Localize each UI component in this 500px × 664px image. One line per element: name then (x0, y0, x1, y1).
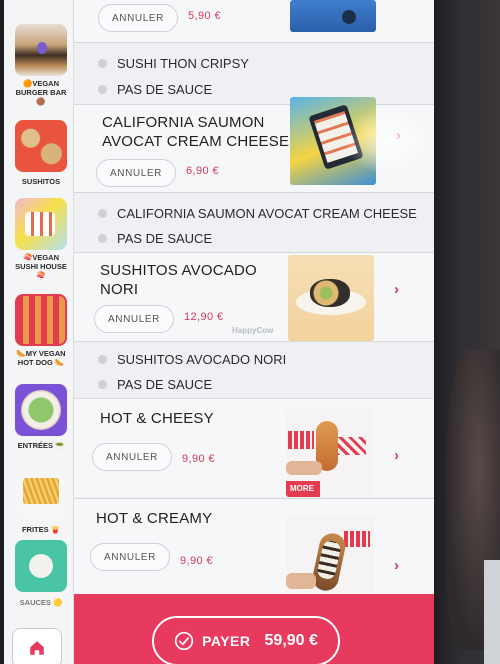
item-name: HOT & CHEESY (100, 410, 214, 427)
checkout-footer: PAYER 59,90 € (74, 594, 434, 664)
chevron-right-icon[interactable]: › (394, 557, 399, 574)
option-text: SUSHI THON CRIPSY (117, 56, 249, 71)
chevron-right-icon[interactable]: › (394, 281, 399, 298)
option-bullet (98, 355, 107, 364)
cart-item-hot-creamy: HOT & CREAMY ANNULER 9,90 € › (74, 499, 434, 607)
cart-list: ANNULER 5,90 € SUSHI THON CRIPSY PAS DE … (74, 0, 434, 664)
item-name-line: AVOCAT CREAM CHEESE (102, 133, 290, 150)
option-text: PAS DE SAUCE (117, 231, 213, 246)
category-vegan-burger-bar[interactable]: 🟠VEGAN BURGER BAR 🟤 (12, 24, 70, 106)
kiosk-screen: 🟠VEGAN BURGER BAR 🟤 SUSHITOS 🍣VEGAN SUSH… (4, 0, 434, 664)
option-line: SUSHI THON CRIPSY (98, 56, 249, 71)
category-sidebar: 🟠VEGAN BURGER BAR 🟤 SUSHITOS 🍣VEGAN SUSH… (4, 0, 74, 664)
item-photo (290, 97, 376, 185)
item-price: 9,90 € (182, 453, 215, 465)
option-bullet (98, 234, 107, 243)
check-circle-icon (174, 631, 194, 651)
sauces-thumbnail (15, 540, 67, 592)
item-price: 12,90 € (184, 311, 224, 323)
background-strip (484, 560, 500, 664)
category-sauces[interactable]: SAUCES 🟡 (12, 540, 70, 607)
option-text: PAS DE SAUCE (117, 82, 213, 97)
chevron-right-icon[interactable]: › (394, 447, 399, 464)
category-label: ENTRÉES 🥗 (17, 441, 65, 450)
sushitos-thumbnail (15, 120, 67, 172)
pay-button[interactable]: PAYER 59,90 € (152, 616, 340, 664)
item-name: CALIFORNIA SAUMON AVOCAT CREAM CHEESE (102, 113, 289, 151)
category-label: SUSHITOS (21, 177, 61, 186)
burger-thumbnail (15, 24, 67, 76)
cancel-button[interactable]: ANNULER (96, 159, 176, 187)
item-photo: MORE (286, 409, 372, 497)
category-entrees[interactable]: ENTRÉES 🥗 (12, 384, 70, 450)
option-text: SUSHITOS AVOCADO NORI (117, 352, 287, 367)
item-name: HOT & CREAMY (96, 510, 213, 527)
pay-label: PAYER (202, 633, 251, 649)
chevron-right-icon[interactable]: › (396, 127, 401, 144)
item-name-line: CALIFORNIA SAUMON (102, 114, 265, 131)
home-button[interactable] (12, 628, 62, 664)
option-line: PAS DE SAUCE (98, 231, 212, 246)
cancel-button[interactable]: ANNULER (98, 4, 178, 32)
cancel-button[interactable]: ANNULER (92, 443, 172, 471)
home-icon (30, 641, 44, 655)
option-bullet (98, 85, 107, 94)
option-bullet (98, 209, 107, 218)
hot-dog-thumbnail (15, 294, 67, 346)
category-label: SAUCES 🟡 (19, 598, 63, 607)
category-my-vegan-hot-dog[interactable]: 🌭MY VEGAN HOT DOG 🌭 (12, 294, 70, 367)
order-total: 59,90 € (264, 632, 318, 649)
cart-item-hot-cheesy: HOT & CHEESY ANNULER 9,90 € MORE › (74, 399, 434, 497)
item-name-line: SUSHITOS AVOCADO (100, 262, 257, 279)
watermark-text: HappyCow (232, 326, 274, 335)
cancel-button[interactable]: ANNULER (94, 305, 174, 333)
category-label: 🌭MY VEGAN HOT DOG 🌭 (16, 349, 66, 367)
divider (74, 42, 434, 43)
cart-item-california: CALIFORNIA SAUMON AVOCAT CREAM CHEESE AN… (74, 97, 434, 193)
category-label: FRITES 🍟 (21, 525, 61, 534)
option-text: CALIFORNIA SAUMON AVOCAT CREAM CHEESE (117, 206, 417, 221)
cancel-button[interactable]: ANNULER (90, 543, 170, 571)
item-price: 9,90 € (180, 555, 213, 567)
divider (74, 341, 434, 342)
category-label: 🟠VEGAN BURGER BAR 🟤 (15, 79, 67, 106)
option-bullet (98, 59, 107, 68)
category-label: 🍣VEGAN SUSHI HOUSE 🍣 (15, 253, 67, 280)
sushi-house-thumbnail (15, 198, 67, 250)
option-line: PAS DE SAUCE (98, 82, 212, 97)
option-line: CALIFORNIA SAUMON AVOCAT CREAM CHEESE (98, 206, 417, 221)
frites-thumbnail (15, 468, 67, 520)
item-photo (288, 255, 374, 341)
item-price: 6,90 € (186, 165, 219, 177)
category-frites[interactable]: FRITES 🍟 (12, 468, 70, 534)
item-price: 5,90 € (188, 10, 221, 22)
divider (74, 192, 434, 193)
item-photo (290, 0, 376, 32)
option-line: SUSHITOS AVOCADO NORI (98, 352, 286, 367)
cart-item-0: ANNULER 5,90 € (74, 0, 434, 42)
item-name: SUSHITOS AVOCADO NORI (100, 261, 257, 299)
item-name-line: NORI (100, 281, 139, 298)
more-badge: MORE (286, 481, 320, 497)
option-line: PAS DE SAUCE (98, 377, 212, 392)
background-right (434, 0, 500, 664)
option-text: PAS DE SAUCE (117, 377, 213, 392)
category-sushitos[interactable]: SUSHITOS (12, 120, 70, 186)
entrees-thumbnail (15, 384, 67, 436)
category-vegan-sushi-house[interactable]: 🍣VEGAN SUSHI HOUSE 🍣 (12, 198, 70, 280)
option-bullet (98, 380, 107, 389)
